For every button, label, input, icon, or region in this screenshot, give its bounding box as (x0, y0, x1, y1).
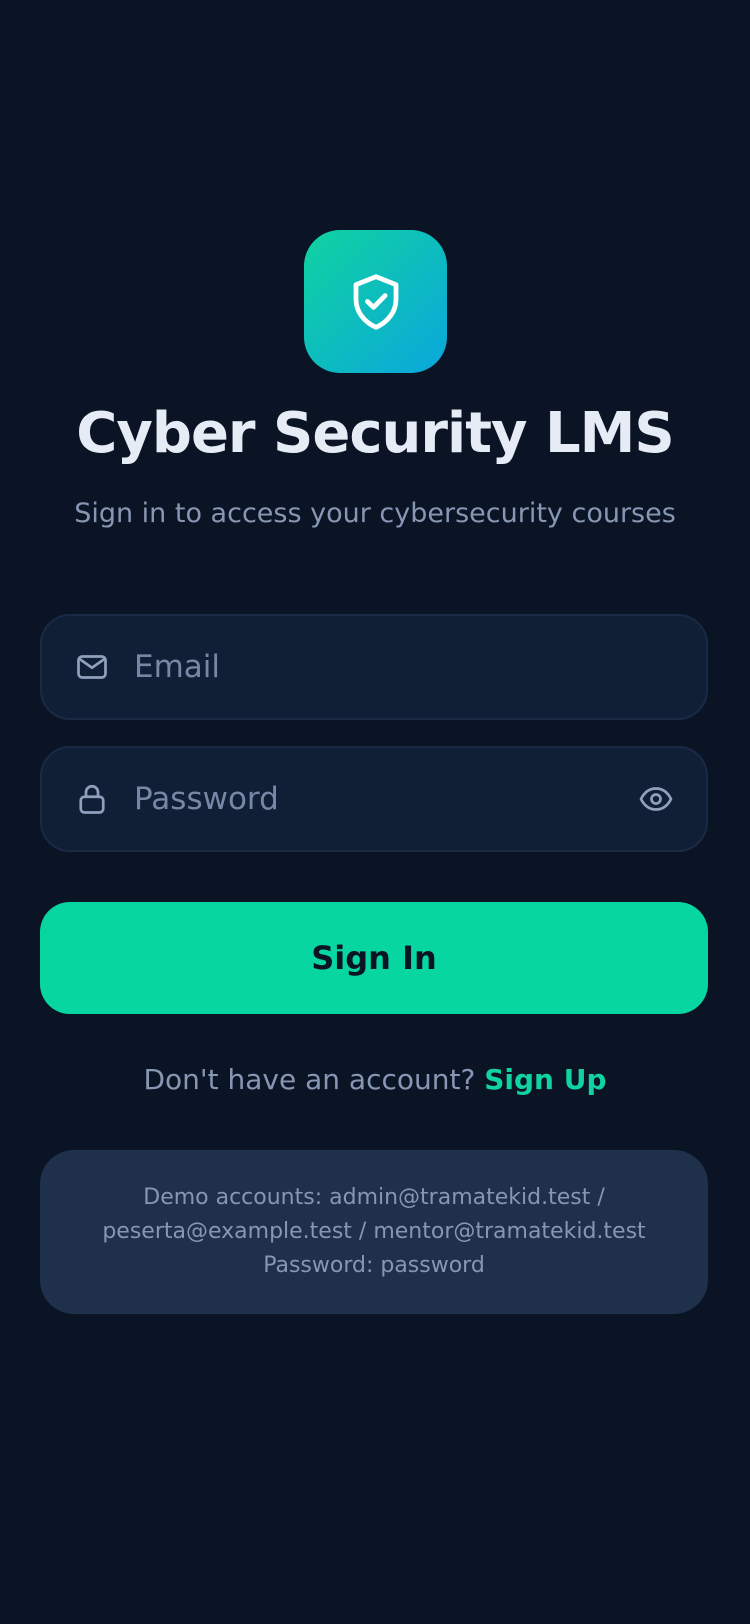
email-field[interactable] (40, 614, 708, 720)
demo-accounts-card: Demo accounts: admin@tramatekid.test / p… (40, 1150, 708, 1314)
lock-icon (74, 781, 110, 817)
demo-accounts-line: Demo accounts: admin@tramatekid.test / (143, 1185, 605, 1210)
signup-link[interactable]: Sign Up (484, 1063, 606, 1096)
sign-in-button[interactable]: Sign In (40, 902, 708, 1014)
app-subtitle: Sign in to access your cybersecurity cou… (74, 498, 676, 529)
eye-icon[interactable] (638, 781, 674, 817)
demo-accounts-line: peserta@example.test / mentor@tramatekid… (102, 1219, 646, 1244)
signup-row: Don't have an account? Sign Up (0, 1060, 750, 1100)
login-screen: Cyber Security LMS Sign in to access you… (0, 0, 750, 1624)
password-field[interactable] (40, 746, 708, 852)
app-title: Cyber Security LMS (76, 401, 674, 466)
email-input[interactable] (134, 616, 614, 718)
password-input[interactable] (134, 748, 614, 850)
demo-password-line: Password: password (263, 1253, 485, 1278)
shield-check-icon (353, 273, 398, 330)
app-logo (304, 230, 447, 373)
signup-prompt: Don't have an account? (143, 1063, 485, 1096)
mail-icon (74, 649, 110, 685)
